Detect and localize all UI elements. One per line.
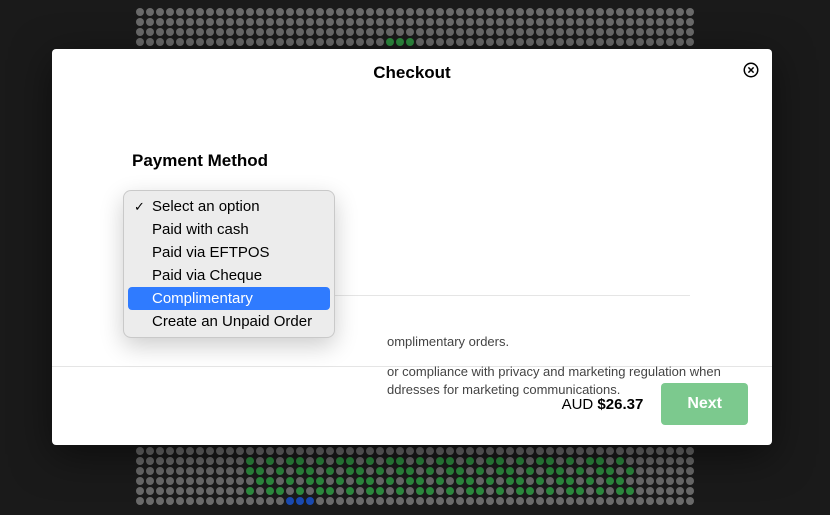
payment-option-label: Complimentary	[152, 290, 253, 307]
payment-option[interactable]: Paid with cash	[128, 218, 330, 241]
payment-option-label: Paid with cash	[152, 221, 249, 238]
check-icon: ✓	[134, 199, 145, 215]
seat-map-top	[0, 0, 830, 56]
payment-method-label: Payment Method	[132, 151, 692, 171]
payment-option-label: Select an option	[152, 198, 260, 215]
seat-map-bottom	[0, 439, 830, 515]
close-button[interactable]	[740, 59, 762, 81]
payment-option-label: Paid via Cheque	[152, 267, 262, 284]
info-text-2: or compliance with privacy and marketing…	[387, 363, 727, 398]
payment-option-label: Paid via EFTPOS	[152, 244, 270, 261]
info-text-1: omplimentary orders.	[387, 333, 727, 351]
close-circle-icon	[742, 61, 760, 79]
payment-method-dropdown[interactable]: ✓ Select an option Paid with cash Paid via …	[123, 190, 335, 338]
payment-option[interactable]: Create an Unpaid Order	[128, 310, 330, 333]
payment-option-label: Create an Unpaid Order	[152, 313, 312, 330]
payment-option[interactable]: ✓ Select an option	[128, 195, 330, 218]
payment-option[interactable]: Paid via Cheque	[128, 264, 330, 287]
payment-option[interactable]: Complimentary	[128, 287, 330, 310]
modal-title: Checkout	[52, 63, 772, 83]
payment-option[interactable]: Paid via EFTPOS	[128, 241, 330, 264]
modal-header: Checkout	[52, 49, 772, 91]
